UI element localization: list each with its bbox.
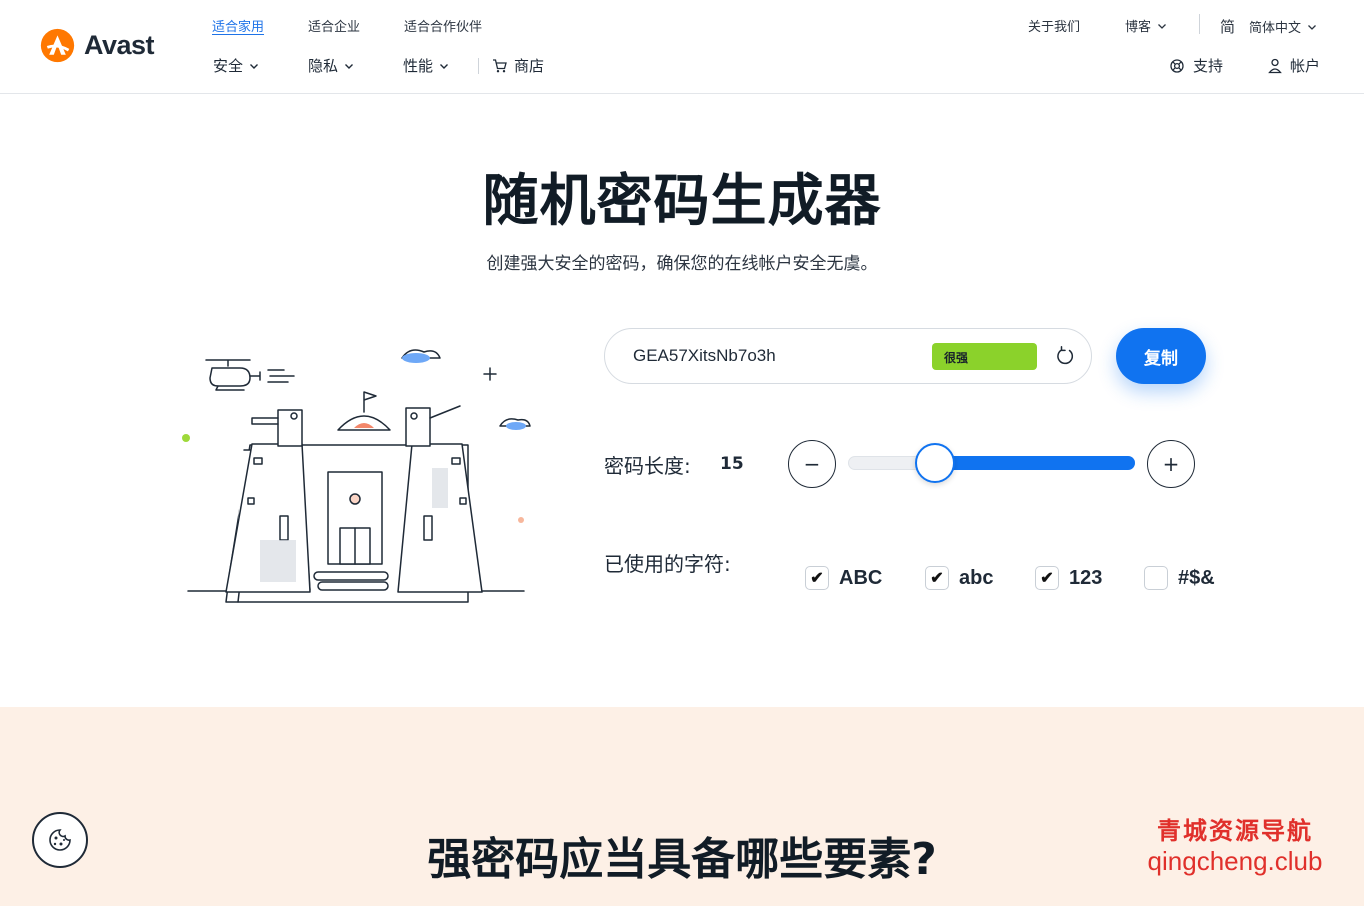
chevron-down-icon [440,63,449,69]
increase-length-button[interactable]: + [1147,440,1195,488]
nav-store-label: 商店 [514,57,545,75]
castle-illustration [182,349,531,603]
option-lowercase-label: abc [959,566,994,589]
about-link[interactable]: 关于我们 [1028,16,1080,35]
option-symbols[interactable]: #$& [1144,566,1215,590]
option-numbers-label: 123 [1069,566,1103,589]
account-link[interactable]: 帐户 [1268,55,1320,76]
lang-divider [1199,14,1200,34]
chevron-down-icon [1158,23,1166,29]
option-uppercase-label: ABC [839,566,883,589]
nav-privacy-label: 隐私 [308,57,339,75]
option-uppercase[interactable]: ✔ ABC [805,566,882,590]
brand-name: Avast [84,30,155,60]
avast-logo-icon [40,28,75,63]
nav-performance[interactable]: 性能 [403,55,449,76]
account-label: 帐户 [1290,57,1321,75]
option-symbols-label: #$& [1178,566,1215,589]
decrease-length-button[interactable]: − [788,440,836,488]
copy-button[interactable]: 复制 [1116,328,1206,384]
language-selector[interactable]: 简 简体中文 [1220,16,1317,37]
support-label: 支持 [1193,57,1224,75]
site-header: Avast 适合家用 适合企业 适合合作伙伴 安全 隐私 性能 商店 关于我们 … [0,0,1364,94]
check-icon[interactable]: ✔ [805,566,829,590]
blog-menu[interactable]: 博客 [1125,16,1167,35]
option-numbers[interactable]: ✔ 123 [1035,566,1102,590]
page-subtitle: 创建强大安全的密码，确保您的在线帐户安全无虞。 [486,254,878,274]
language-label: 简体中文 [1249,21,1302,36]
nav-performance-label: 性能 [403,57,434,75]
watermark-line2: qingcheng.club [1147,846,1323,876]
cart-icon [493,58,507,72]
chevron-down-icon [1308,24,1316,30]
blog-label: 博客 [1125,20,1152,35]
watermark-line1: 青城资源导航 [1157,817,1313,845]
nav-divider [478,58,479,74]
length-label: 密码长度: [604,454,691,478]
checkbox-icon[interactable] [1144,566,1168,590]
check-icon[interactable]: ✔ [1035,566,1059,590]
features-section: 强密码应当具备哪些要素? 青城资源导航 qingcheng.club [0,707,1364,906]
strength-badge: 很强 [932,343,1037,370]
support-link[interactable]: 支持 [1169,55,1223,76]
refresh-icon[interactable] [1052,343,1078,369]
nav-security[interactable]: 安全 [213,55,259,76]
nav-security-label: 安全 [213,57,244,75]
segment-partners[interactable]: 适合合作伙伴 [404,16,482,35]
password-field[interactable]: GEA57XitsNb7o3h 很强 [604,328,1092,384]
avast-logo[interactable]: Avast [39,27,155,64]
language-icon: 简 [1220,18,1236,36]
segment-home[interactable]: 适合家用 [212,16,264,35]
password-value[interactable]: GEA57XitsNb7o3h [633,346,776,366]
characters-label: 已使用的字符: [604,552,731,576]
user-icon [1268,58,1282,73]
nav-privacy[interactable]: 隐私 [308,55,354,76]
watermark: 青城资源导航 qingcheng.club [1120,811,1350,877]
chevron-down-icon [250,63,259,69]
chevron-down-icon [345,63,354,69]
slider-thumb[interactable] [915,443,956,483]
segment-business[interactable]: 适合企业 [308,16,360,35]
option-lowercase[interactable]: ✔ abc [925,566,993,590]
nav-store[interactable]: 商店 [492,55,544,76]
support-icon [1170,58,1184,73]
length-slider[interactable] [848,443,1135,483]
check-icon[interactable]: ✔ [925,566,949,590]
length-value: 15 [720,454,744,474]
slider-fill [935,456,1135,470]
page-title: 随机密码生成器 [482,169,882,234]
